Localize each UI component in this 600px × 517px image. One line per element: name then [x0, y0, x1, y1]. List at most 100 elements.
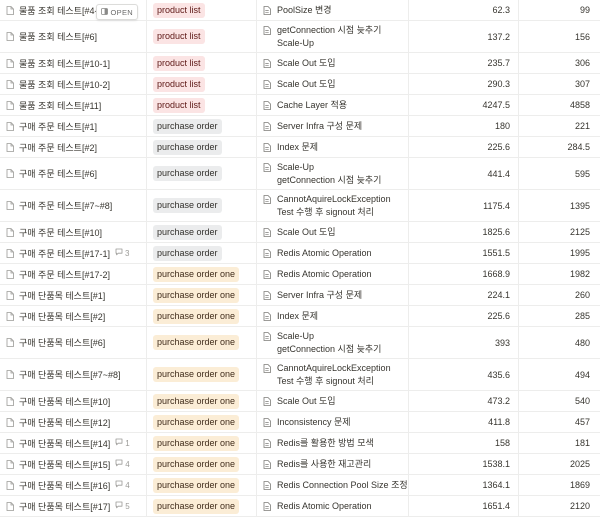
mission-cell[interactable]: Scale-Up getConnection 시점 늦추기	[257, 327, 409, 358]
tag-cell[interactable]: purchase order one	[147, 306, 257, 326]
value-cell-2[interactable]: 221	[519, 116, 600, 136]
value-cell-2[interactable]: 1395	[519, 190, 600, 221]
mission-cell[interactable]: Redis Atomic Operation	[257, 264, 409, 284]
name-cell[interactable]: 구매 주문 테스트[#7~#8]	[0, 190, 147, 221]
mission-cell[interactable]: PoolSize 변경	[257, 0, 409, 20]
name-cell[interactable]: 구매 단품목 테스트[#14] 1	[0, 433, 147, 453]
value-cell-2[interactable]: 2125	[519, 222, 600, 242]
name-cell[interactable]: 구매 단품목 테스트[#17] 5	[0, 496, 147, 516]
value-cell-2[interactable]: 306	[519, 53, 600, 73]
row-title[interactable]: 구매 주문 테스트[#2]	[19, 141, 97, 154]
table-row[interactable]: 구매 주문 테스트[#1] purchase order Server Infr…	[0, 116, 600, 137]
table-row[interactable]: 구매 단품목 테스트[#15] 4 purchase order one Red…	[0, 454, 600, 475]
row-title[interactable]: 구매 주문 테스트[#6]	[19, 167, 97, 180]
mission-cell[interactable]: Scale Out 도입	[257, 53, 409, 73]
name-cell[interactable]: 구매 주문 테스트[#6]	[0, 158, 147, 189]
value-cell-1[interactable]: 473.2	[409, 391, 519, 411]
value-cell-1[interactable]: 1825.6	[409, 222, 519, 242]
value-cell-2[interactable]: 457	[519, 412, 600, 432]
row-title[interactable]: 구매 단품목 테스트[#15]	[19, 458, 110, 471]
tag-cell[interactable]: purchase order one	[147, 412, 257, 432]
row-title[interactable]: 구매 단품목 테스트[#2]	[19, 310, 105, 323]
table-row[interactable]: 물품 조회 테스트[#6] product list getConnection…	[0, 21, 600, 53]
name-cell[interactable]: 구매 주문 테스트[#17-2]	[0, 264, 147, 284]
value-cell-1[interactable]: 1364.1	[409, 475, 519, 495]
mission-cell[interactable]: CannotAquireLockException Test 수행 후 signo…	[257, 359, 409, 390]
value-cell-1[interactable]: 225.6	[409, 137, 519, 157]
value-cell-2[interactable]: 156	[519, 21, 600, 52]
value-cell-1[interactable]: 1551.5	[409, 243, 519, 263]
table-row[interactable]: 구매 단품목 테스트[#6] purchase order one Scale-…	[0, 327, 600, 359]
table-row[interactable]: 물품 조회 테스트[#10-2] product list Scale Out …	[0, 74, 600, 95]
value-cell-1[interactable]: 435.6	[409, 359, 519, 390]
row-title[interactable]: 구매 단품목 테스트[#12]	[19, 416, 110, 429]
name-cell[interactable]: 물품 조회 테스트[#10-2]	[0, 74, 147, 94]
value-cell-2[interactable]: 1995	[519, 243, 600, 263]
value-cell-2[interactable]: 260	[519, 285, 600, 305]
row-title[interactable]: 구매 주문 테스트[#17-1]	[19, 247, 110, 260]
tag-cell[interactable]: purchase order one	[147, 475, 257, 495]
mission-cell[interactable]: Redis Atomic Operation	[257, 243, 409, 263]
mission-cell[interactable]: Scale Out 도입	[257, 222, 409, 242]
name-cell[interactable]: 물품 조회 테스트[#4-2] OPEN	[0, 0, 147, 20]
value-cell-2[interactable]: 494	[519, 359, 600, 390]
table-row[interactable]: 구매 주문 테스트[#17-2] purchase order one Redi…	[0, 264, 600, 285]
name-cell[interactable]: 구매 단품목 테스트[#6]	[0, 327, 147, 358]
name-cell[interactable]: 구매 단품목 테스트[#10]	[0, 391, 147, 411]
table-row[interactable]: 구매 단품목 테스트[#12] purchase order one Incon…	[0, 412, 600, 433]
tag-cell[interactable]: purchase order one	[147, 327, 257, 358]
row-title[interactable]: 구매 주문 테스트[#10]	[19, 226, 102, 239]
row-title[interactable]: 물품 조회 테스트[#10-2]	[19, 78, 110, 91]
table-row[interactable]: 구매 주문 테스트[#2] purchase order Index 문제 22…	[0, 137, 600, 158]
name-cell[interactable]: 물품 조회 테스트[#6]	[0, 21, 147, 52]
value-cell-1[interactable]: 1668.9	[409, 264, 519, 284]
value-cell-1[interactable]: 1175.4	[409, 190, 519, 221]
name-cell[interactable]: 물품 조회 테스트[#10-1]	[0, 53, 147, 73]
tag-cell[interactable]: purchase order one	[147, 496, 257, 516]
value-cell-1[interactable]: 235.7	[409, 53, 519, 73]
tag-cell[interactable]: purchase order	[147, 116, 257, 136]
value-cell-1[interactable]: 411.8	[409, 412, 519, 432]
row-title[interactable]: 구매 주문 테스트[#17-2]	[19, 268, 110, 281]
name-cell[interactable]: 구매 단품목 테스트[#1]	[0, 285, 147, 305]
mission-cell[interactable]: CannotAquireLockException Test 수행 후 signo…	[257, 190, 409, 221]
tag-cell[interactable]: product list	[147, 53, 257, 73]
value-cell-2[interactable]: 99	[519, 0, 600, 20]
mission-cell[interactable]: Scale Out 도입	[257, 74, 409, 94]
value-cell-1[interactable]: 393	[409, 327, 519, 358]
row-title[interactable]: 구매 단품목 테스트[#17]	[19, 500, 110, 513]
tag-cell[interactable]: purchase order	[147, 158, 257, 189]
tag-cell[interactable]: purchase order one	[147, 433, 257, 453]
comment-count[interactable]: 1	[115, 438, 130, 448]
row-title[interactable]: 구매 단품목 테스트[#14]	[19, 437, 110, 450]
value-cell-1[interactable]: 158	[409, 433, 519, 453]
row-title[interactable]: 물품 조회 테스트[#11]	[19, 99, 101, 112]
value-cell-1[interactable]: 1651.4	[409, 496, 519, 516]
table-row[interactable]: 구매 단품목 테스트[#17] 5 purchase order one Red…	[0, 496, 600, 517]
name-cell[interactable]: 구매 단품목 테스트[#12]	[0, 412, 147, 432]
value-cell-1[interactable]: 137.2	[409, 21, 519, 52]
tag-cell[interactable]: purchase order	[147, 137, 257, 157]
table-row[interactable]: 물품 조회 테스트[#11] product list Cache Layer …	[0, 95, 600, 116]
mission-cell[interactable]: Scale Out 도입	[257, 391, 409, 411]
tag-cell[interactable]: purchase order one	[147, 359, 257, 390]
row-title[interactable]: 구매 단품목 테스트[#1]	[19, 289, 105, 302]
value-cell-2[interactable]: 284.5	[519, 137, 600, 157]
value-cell-2[interactable]: 2120	[519, 496, 600, 516]
name-cell[interactable]: 구매 단품목 테스트[#2]	[0, 306, 147, 326]
value-cell-2[interactable]: 1982	[519, 264, 600, 284]
value-cell-1[interactable]: 180	[409, 116, 519, 136]
table-row[interactable]: 구매 단품목 테스트[#1] purchase order one Server…	[0, 285, 600, 306]
name-cell[interactable]: 구매 단품목 테스트[#7~#8]	[0, 359, 147, 390]
name-cell[interactable]: 구매 주문 테스트[#1]	[0, 116, 147, 136]
table-row[interactable]: 물품 조회 테스트[#4-2] OPEN product list PoolSi…	[0, 0, 600, 21]
table-row[interactable]: 구매 주문 테스트[#10] purchase order Scale Out …	[0, 222, 600, 243]
tag-cell[interactable]: purchase order	[147, 190, 257, 221]
mission-cell[interactable]: Cache Layer 적용	[257, 95, 409, 115]
open-button[interactable]: OPEN	[95, 4, 138, 20]
value-cell-2[interactable]: 540	[519, 391, 600, 411]
value-cell-1[interactable]: 4247.5	[409, 95, 519, 115]
row-title[interactable]: 구매 단품목 테스트[#10]	[19, 395, 110, 408]
mission-cell[interactable]: Redis를 사용한 재고관리	[257, 454, 409, 474]
comment-count[interactable]: 5	[115, 501, 130, 511]
